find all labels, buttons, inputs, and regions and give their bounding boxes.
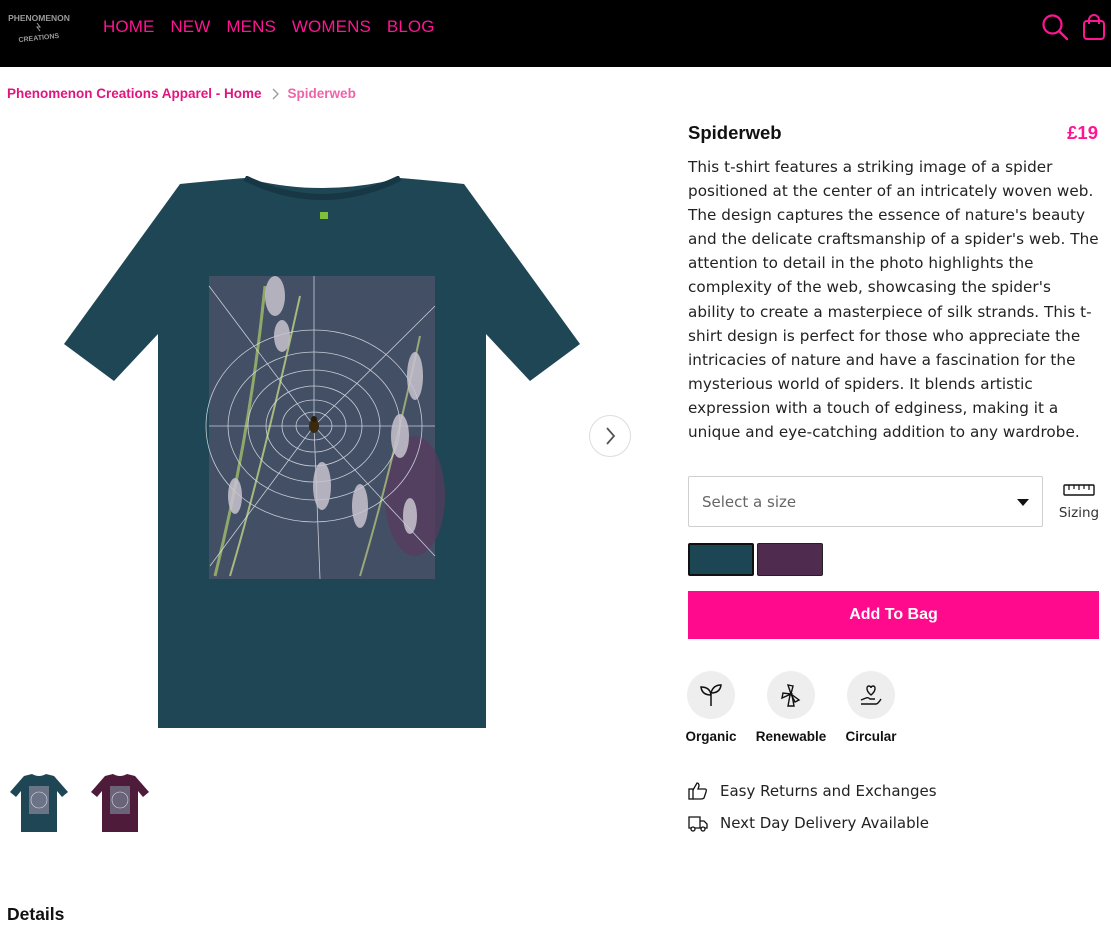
- feature-renewable: Renewable: [751, 671, 831, 744]
- add-to-bag-button[interactable]: Add To Bag: [688, 591, 1099, 639]
- details-heading[interactable]: Details: [7, 904, 64, 925]
- caret-down-icon: [1017, 499, 1029, 506]
- thumbs-up-icon: [688, 782, 707, 800]
- color-swatch-plum[interactable]: [757, 543, 823, 576]
- perk-delivery: Next Day Delivery Available: [688, 813, 929, 833]
- nav-mens[interactable]: MENS: [226, 17, 276, 37]
- chevron-right-icon: [606, 427, 616, 445]
- size-select-placeholder: Select a size: [702, 493, 797, 511]
- sizing-label: Sizing: [1058, 505, 1100, 521]
- breadcrumb-home[interactable]: Phenomenon Creations Apparel - Home: [7, 86, 262, 101]
- wind-turbine-icon: [781, 684, 801, 707]
- product-description: This t-shirt features a striking image o…: [688, 158, 1099, 442]
- breadcrumb: Phenomenon Creations Apparel - Home Spid…: [7, 86, 356, 101]
- perk-label: Easy Returns and Exchanges: [720, 782, 937, 800]
- product-main-image[interactable]: [60, 175, 584, 732]
- brand-logo[interactable]: PHENOMENON CREATIONS: [6, 12, 72, 44]
- logo-line2: CREATIONS: [18, 33, 60, 44]
- main-nav: HOME NEW MENS WOMENS BLOG: [103, 17, 451, 37]
- feature-label: Circular: [845, 729, 897, 744]
- heart-hand-icon: [860, 685, 882, 705]
- delivery-truck-icon: [688, 816, 708, 832]
- sizing-guide-button[interactable]: Sizing: [1056, 482, 1102, 521]
- thumbnail-plum[interactable]: [89, 770, 151, 836]
- perk-label: Next Day Delivery Available: [720, 814, 930, 832]
- product-title: Spiderweb: [688, 122, 782, 143]
- nav-new[interactable]: NEW: [170, 17, 210, 37]
- feature-label: Organic: [685, 729, 737, 744]
- size-select[interactable]: Select a size: [688, 476, 1043, 527]
- feature-organic: Organic: [671, 671, 751, 744]
- logo-line1: PHENOMENON: [8, 13, 70, 23]
- thumbnail-denim[interactable]: [8, 770, 70, 836]
- sprout-icon: [700, 684, 722, 706]
- site-header: PHENOMENON CREATIONS HOME NEW MENS WOMEN…: [0, 0, 1111, 67]
- color-swatch-denim[interactable]: [688, 543, 754, 576]
- nav-blog[interactable]: BLOG: [387, 17, 435, 37]
- nav-home[interactable]: HOME: [103, 17, 154, 37]
- search-icon[interactable]: [1041, 13, 1069, 41]
- feature-circular: Circular: [831, 671, 911, 744]
- feature-label: Renewable: [755, 729, 827, 744]
- ruler-icon: [1063, 484, 1095, 496]
- product-price: £19: [1067, 122, 1098, 143]
- next-image-button[interactable]: [589, 415, 631, 457]
- nav-womens[interactable]: WOMENS: [292, 17, 371, 37]
- chevron-right-icon: [272, 88, 279, 99]
- perk-returns: Easy Returns and Exchanges: [688, 781, 937, 801]
- breadcrumb-current: Spiderweb: [287, 86, 356, 101]
- shopping-bag-icon[interactable]: [1081, 13, 1109, 41]
